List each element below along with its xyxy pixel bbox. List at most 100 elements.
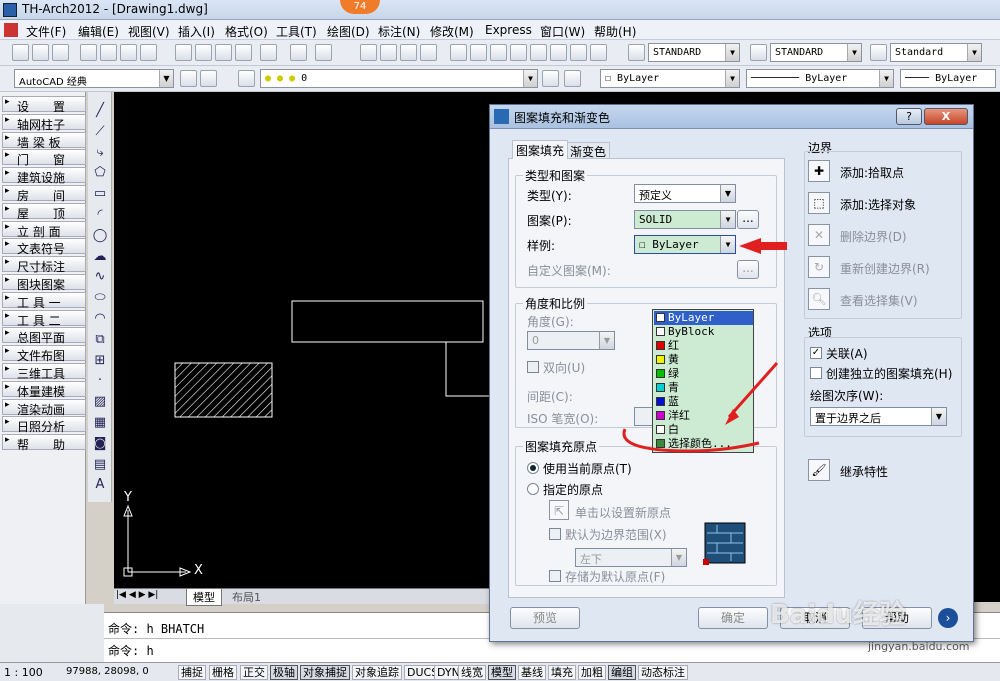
recreate-boundary-icon[interactable]: ↻ [808, 256, 830, 278]
menu-view[interactable]: 视图(V) [128, 23, 170, 40]
help-title-button[interactable]: ? [896, 108, 922, 125]
view-selection-label[interactable]: 查看选择集(V) [840, 292, 918, 309]
lineweight-combo[interactable]: ──── ByLayer [900, 69, 996, 88]
workspace-combo[interactable]: AutoCAD 经典 ▼ [14, 69, 174, 88]
tarch-menu-item[interactable]: ▸ 文表符号 [2, 238, 86, 256]
draw-order-dropdown[interactable]: 置于边界之后 ▼ [810, 407, 947, 426]
menu-help[interactable]: 帮助(H) [594, 23, 636, 40]
help-icon[interactable] [590, 44, 607, 61]
point-icon[interactable]: · [91, 372, 109, 390]
tarch-menu-item[interactable]: ▸ 轴网柱子 [2, 113, 86, 132]
menu-format[interactable]: 格式(O) [225, 23, 268, 40]
status-toggle[interactable]: 对象追踪 [352, 665, 402, 680]
status-toggle[interactable]: 模型 [488, 665, 516, 680]
origin-pos-dropdown[interactable]: 左下 ▼ [575, 548, 687, 567]
undo-icon[interactable] [290, 44, 307, 61]
menu-window[interactable]: 窗口(W) [540, 23, 585, 40]
set-origin-icon[interactable]: ⇱ [549, 500, 569, 520]
match-prop-icon[interactable] [235, 44, 252, 61]
close-button[interactable]: X [924, 108, 968, 125]
pick-points-icon[interactable]: ✚ [808, 160, 830, 182]
tarch-menu-item[interactable]: ▸ 房 间 [2, 185, 86, 203]
plot-icon[interactable] [140, 44, 157, 61]
preview-button[interactable]: 预览 [510, 607, 580, 629]
tab-hatch[interactable]: 图案填充 [512, 140, 569, 159]
tarch-menu-item[interactable]: ▸ 图块图案 [2, 274, 86, 292]
scale-readout[interactable]: 1 : 100 [4, 666, 43, 679]
tab-model[interactable]: 模型 [186, 589, 222, 606]
color-combo[interactable]: ☐ ByLayer ▼ [600, 69, 740, 88]
make-current-layer-icon[interactable] [542, 70, 559, 87]
tarch-menu-item[interactable]: ▸ 建筑设施 [2, 167, 86, 185]
gradient-icon[interactable]: ▦ [91, 414, 109, 432]
xline-icon[interactable]: ⟋ [91, 123, 109, 141]
default-extent-checkbox[interactable] [549, 528, 561, 540]
text-style-combo[interactable]: STANDARD ▼ [648, 43, 740, 62]
print-icon[interactable] [80, 44, 97, 61]
copy-icon[interactable] [195, 44, 212, 61]
tab-gradient[interactable]: 渐变色 [566, 142, 611, 159]
menu-file[interactable]: 文件(F) [26, 23, 66, 40]
block-editor-icon[interactable] [260, 44, 277, 61]
status-toggle[interactable]: 加粗 [578, 665, 606, 680]
print-preview-icon[interactable] [100, 44, 117, 61]
layer-combo[interactable]: ● ● ● 0 ▼ [260, 69, 538, 88]
tarch-menu-item[interactable]: ▸ 尺寸标注 [2, 256, 86, 274]
dim-style-combo[interactable]: STANDARD ▼ [770, 43, 862, 62]
circle-icon[interactable]: ◯ [91, 227, 109, 245]
make-block-icon[interactable]: ⊞ [91, 352, 109, 370]
tarch-menu-item[interactable]: ▸ 工 具 二 [2, 309, 86, 328]
add-select-label[interactable]: 添加:选择对象 [840, 196, 916, 213]
revcloud-icon[interactable]: ☁ [91, 248, 109, 266]
mtext-icon[interactable]: A [91, 476, 109, 494]
zoom-window-icon[interactable] [400, 44, 417, 61]
status-toggle[interactable]: 对象捕捉 [300, 665, 350, 680]
tarch-menu-item[interactable]: ▸ 文件布图 [2, 345, 86, 363]
layer-states-icon[interactable] [238, 70, 255, 87]
table-style-icon[interactable] [870, 44, 887, 61]
layer-manager-icon[interactable] [200, 70, 217, 87]
new-icon[interactable] [12, 44, 29, 61]
store-origin-checkbox[interactable] [549, 570, 561, 582]
tarch-menu-item[interactable]: ▸ 日照分析 [2, 416, 86, 434]
tarch-menu-item[interactable]: ▸ 立 剖 面 [2, 220, 86, 239]
recreate-boundary-label[interactable]: 重新创建边界(R) [840, 260, 930, 277]
calculator-icon[interactable] [570, 44, 587, 61]
tarch-menu-item[interactable]: ▸ 渲染动画 [2, 398, 86, 417]
open-icon[interactable] [32, 44, 49, 61]
tarch-menu-item[interactable]: ▸ 设 置 [2, 96, 86, 114]
zoom-realtime-icon[interactable] [380, 44, 397, 61]
ok-button[interactable]: 确定 [698, 607, 768, 629]
menu-express[interactable]: Express [485, 23, 532, 37]
quickcalc-icon[interactable] [550, 44, 567, 61]
tab-layout1[interactable]: 布局1 [226, 589, 267, 605]
angle-dropdown[interactable]: 0 ▼ [527, 331, 615, 350]
tarch-menu-item[interactable]: ▸ 工 具 一 [2, 291, 86, 310]
menu-modify[interactable]: 修改(M) [430, 23, 474, 40]
workspace-settings-icon[interactable] [180, 70, 197, 87]
type-dropdown[interactable]: 预定义 ▼ [634, 184, 736, 203]
polygon-icon[interactable]: ⬠ [91, 164, 109, 182]
remove-boundary-icon[interactable]: ✕ [808, 224, 830, 246]
tool-palettes-icon[interactable] [490, 44, 507, 61]
line-icon[interactable]: ╱ [91, 102, 109, 120]
design-center-icon[interactable] [470, 44, 487, 61]
origin-current-radio[interactable] [527, 462, 539, 474]
sheet-set-icon[interactable] [510, 44, 527, 61]
save-icon[interactable] [52, 44, 69, 61]
text-style-icon[interactable] [628, 44, 645, 61]
paste-icon[interactable] [215, 44, 232, 61]
properties-icon[interactable] [450, 44, 467, 61]
status-toggle[interactable]: 极轴 [270, 665, 298, 680]
pan-icon[interactable] [360, 44, 377, 61]
menu-tools[interactable]: 工具(T) [276, 23, 317, 40]
remove-boundary-label[interactable]: 删除边界(D) [840, 228, 907, 245]
hatch-icon[interactable]: ▨ [91, 393, 109, 411]
tarch-menu-item[interactable]: ▸ 帮 助 [2, 434, 86, 452]
tab-nav-icons[interactable]: |◀ ◀ ▶ ▶| [116, 590, 158, 600]
insert-block-icon[interactable]: ⧉ [91, 331, 109, 349]
redo-icon[interactable] [315, 44, 332, 61]
spline-icon[interactable]: ∿ [91, 268, 109, 286]
select-objects-icon[interactable]: ⬚ [808, 192, 830, 214]
rectangle-icon[interactable]: ▭ [91, 185, 109, 203]
